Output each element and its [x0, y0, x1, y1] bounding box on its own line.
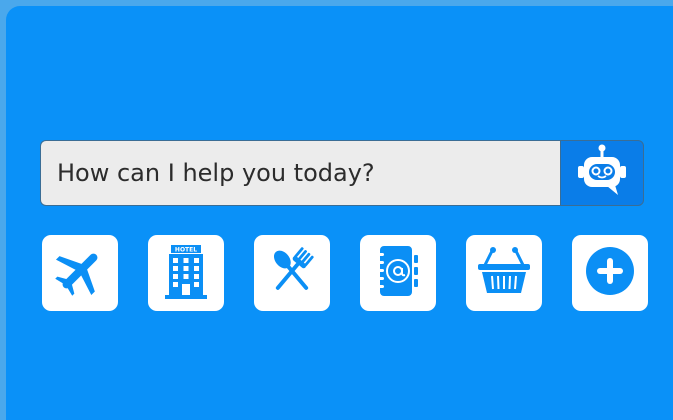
- shortcut-add-more[interactable]: [572, 235, 648, 311]
- assistant-panel: How can I help you today? HOTEL: [6, 6, 673, 420]
- plus-circle-icon: [584, 245, 636, 301]
- address-book-icon: [371, 242, 425, 304]
- hotel-icon: HOTEL: [159, 241, 213, 305]
- shortcut-hotels[interactable]: HOTEL: [148, 235, 224, 311]
- shortcut-restaurants[interactable]: [254, 235, 330, 311]
- assistant-bot-button[interactable]: [560, 140, 644, 206]
- airplane-icon: [53, 244, 107, 302]
- robot-chat-icon: [573, 142, 631, 204]
- fork-spoon-icon: [264, 243, 320, 303]
- search-bar: How can I help you today?: [40, 140, 645, 210]
- shopping-basket-icon: [475, 243, 533, 303]
- shortcut-contacts[interactable]: [360, 235, 436, 311]
- shortcut-shopping[interactable]: [466, 235, 542, 311]
- search-placeholder: How can I help you today?: [57, 159, 375, 187]
- search-input[interactable]: How can I help you today?: [40, 140, 560, 206]
- app-window: How can I help you today? HOTEL: [0, 0, 673, 420]
- shortcut-tiles: HOTEL: [42, 235, 648, 311]
- hotel-sign: HOTEL: [175, 247, 197, 254]
- shortcut-flights[interactable]: [42, 235, 118, 311]
